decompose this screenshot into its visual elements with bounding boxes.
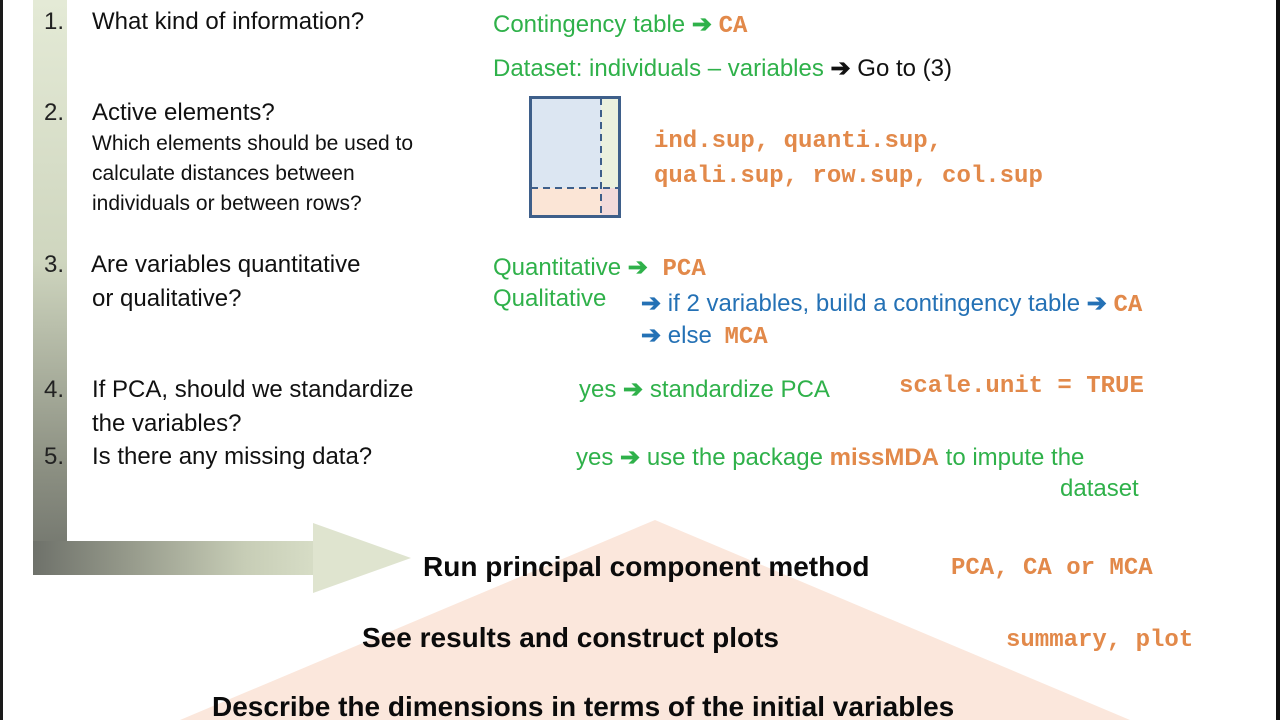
arrow-right-icon: ➔ [830,55,851,82]
step-2-number: 2. [44,99,65,126]
step-2-subtext-line-2: calculate distances between [92,162,355,185]
answer-contingency-row: Contingency table ➔ CA [493,10,747,40]
yes-label: yes [576,444,614,471]
answer-standardize-row: yes ➔ standardize PCA [579,375,830,404]
pyramid-step-see-results: See results and construct plots [362,622,779,653]
arrow-right-icon: ➔ [691,11,712,38]
step-4-question-line-1: If PCA, should we standardize [92,376,414,403]
qualitative-label: Qualitative [493,285,607,312]
answer-else-row: ➔ else MCA [641,321,768,351]
matrix-column-sup-region [601,98,619,188]
flow-arrow-horizontal-bar [33,541,315,575]
yes-label: yes [579,376,617,403]
pyramid-step-run-method: Run principal component method [423,551,870,582]
run-method-functions: PCA, CA or MCA [951,555,1153,582]
step-4-question-line-2: the variables? [92,410,242,437]
answer-dataset-row: Dataset: individuals – variables ➔ Go to… [493,54,952,83]
answer-two-variables-row: ➔ if 2 variables, build a contingency ta… [641,289,1142,319]
supplementary-args-line-1: ind.sup, quanti.sup, [654,128,943,155]
data-matrix-diagram [529,96,621,218]
answer-quantitative-row: Quantitative ➔ PCA [493,253,706,283]
step-3-question-line-2: or qualitative? [92,285,242,312]
missing-text-before: use the package [646,444,823,471]
method-ca: CA [718,13,748,40]
flow-arrow-head-icon [313,523,411,593]
standardize-text: standardize PCA [649,376,830,403]
method-pca: PCA [662,256,706,283]
step-5-number: 5. [44,443,65,470]
step-4-number: 4. [44,376,65,403]
arrow-right-icon: ➔ [641,290,662,317]
missing-text-line-2: dataset [1060,475,1139,502]
arrow-right-icon: ➔ [1086,290,1107,317]
step-2-subtext-line-3: individuals or between rows? [92,192,362,215]
arrow-right-icon: ➔ [641,322,662,349]
step-1-number: 1. [44,8,65,35]
step-3-number: 3. [44,251,65,278]
step-3-question-line-1: Are variables quantitative [91,251,361,278]
flow-arrow-vertical-bar [33,0,67,575]
contingency-label: Contingency table [493,11,686,38]
quantitative-label: Quantitative [493,254,622,281]
dataset-label: Dataset: individuals – variables [493,55,824,82]
method-ca: CA [1113,292,1143,319]
package-missmda: missMDA [829,444,939,471]
step-2-question: Active elements? [92,99,275,126]
matrix-active-region [531,98,601,188]
missing-text-after: to impute the [945,444,1085,471]
pyramid-step-describe-dimensions: Describe the dimensions in terms of the … [212,691,955,722]
else-text: else [667,322,712,349]
step-5-question: Is there any missing data? [92,443,373,470]
answer-missing-row: yes ➔ use the package missMDA to impute … [576,443,1084,472]
arrow-right-icon: ➔ [623,376,644,403]
slide-left-border [0,0,3,720]
goto-step-3: Go to (3) [857,55,952,82]
step-1-question: What kind of information? [92,8,365,35]
scale-unit-argument: scale.unit = TRUE [899,373,1144,400]
method-mca: MCA [724,324,768,351]
supplementary-args-line-2: quali.sup, row.sup, col.sup [654,163,1043,190]
slide-right-border [1276,0,1280,720]
step-2-subtext-line-1: Which elements should be used to [92,132,414,155]
matrix-both-sup-region [601,188,619,216]
arrow-right-icon: ➔ [620,444,641,471]
matrix-row-sup-region [531,188,601,216]
two-variables-text: if 2 variables, build a contingency tabl… [667,290,1081,317]
arrow-right-icon: ➔ [627,254,648,281]
results-functions: summary, plot [1006,627,1194,654]
